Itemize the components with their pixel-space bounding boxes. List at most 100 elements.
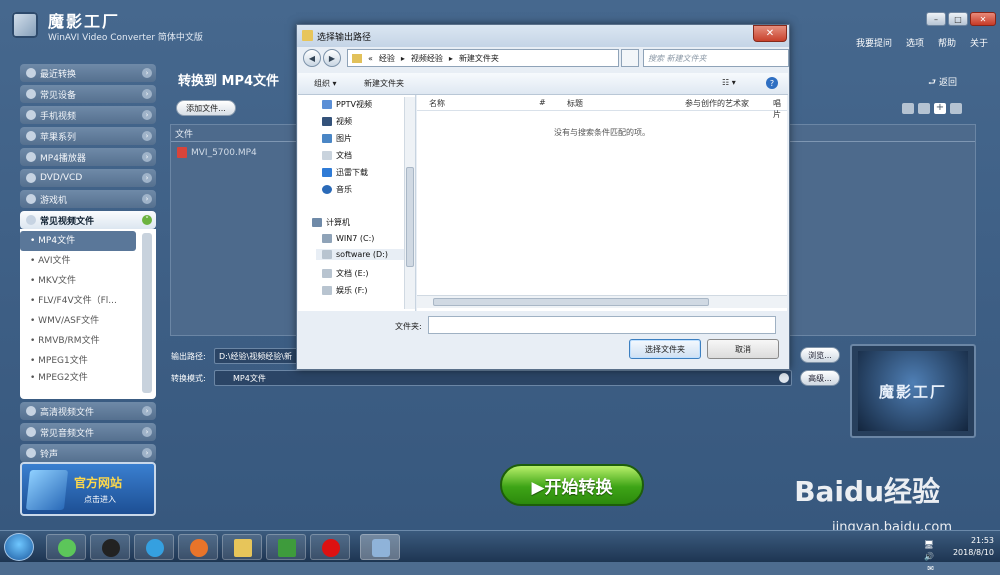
settings-icon[interactable] — [950, 103, 962, 114]
chevron-right-icon: › — [142, 152, 152, 162]
official-site-banner[interactable]: 官方网站 点击进入 — [20, 462, 156, 516]
preview-logo: 魔影工厂 — [858, 351, 968, 431]
advanced-button[interactable]: 高级... — [800, 370, 840, 386]
back-link[interactable]: ⮐ 返回 — [928, 75, 957, 91]
browse-button[interactable]: 浏览... — [800, 347, 840, 363]
start-convert-button[interactable]: ▶开始转换 — [500, 464, 644, 506]
crumb-new-folder[interactable]: 新建文件夹 — [459, 53, 499, 64]
top-menu: 我要提问 选项 帮助 关于 — [856, 36, 988, 49]
drive-icon — [322, 250, 332, 259]
horizontal-scrollbar[interactable] — [417, 295, 787, 308]
forward-arrow-icon[interactable]: ▶ — [323, 49, 341, 67]
watermark-brand: Baidu经验 — [794, 475, 940, 508]
nav-music[interactable]: 音乐 — [322, 184, 352, 195]
category-audio[interactable]: 常见音频文件 › — [20, 423, 156, 441]
close-button[interactable]: ✕ — [970, 12, 996, 26]
tray-icons[interactable]: 🖥 🔊 ✉ — [924, 539, 934, 575]
clock-time[interactable]: 21:53 — [953, 535, 994, 547]
drive-icon — [322, 269, 332, 278]
format-item-rmvb[interactable]: • RMVB/RM文件 — [20, 331, 136, 351]
format-item-mkv[interactable]: • MKV文件 — [20, 271, 136, 291]
chevron-down-icon: ˅ — [142, 215, 152, 225]
category-hd-video[interactable]: 高清视频文件 › — [20, 402, 156, 420]
select-folder-button[interactable]: 选择文件夹 — [629, 339, 701, 359]
format-item-avi[interactable]: • AVI文件 — [20, 251, 136, 271]
menu-options[interactable]: 选项 — [906, 36, 924, 49]
maximize-button[interactable]: □ — [948, 12, 968, 26]
clear-icon[interactable] — [918, 103, 930, 114]
nav-downloads[interactable]: 迅雷下载 — [322, 167, 368, 178]
taskbar-app-record[interactable] — [310, 534, 350, 560]
taskbar-app-converter[interactable] — [360, 534, 400, 560]
taskbar-app-player[interactable] — [266, 534, 306, 560]
category-devices[interactable]: 常见设备 › — [20, 85, 156, 103]
taskbar-app-firefox[interactable] — [178, 534, 218, 560]
folder-icon — [352, 53, 362, 63]
minimize-button[interactable]: – — [926, 12, 946, 26]
cancel-button[interactable]: 取消 — [707, 339, 779, 359]
nav-videos[interactable]: 视频 — [322, 116, 352, 127]
file-item[interactable]: MVI_5700.MP4 — [177, 147, 257, 158]
plus-icon[interactable]: + — [934, 103, 946, 114]
taskbar-app-qq[interactable] — [90, 534, 130, 560]
help-icon[interactable]: ? — [766, 77, 778, 89]
format-item-mpeg1[interactable]: • MPEG1文件 — [20, 351, 136, 371]
category-dvd[interactable]: DVD/VCD › — [20, 169, 156, 187]
organize-menu[interactable]: 组织 ▾ — [314, 78, 337, 89]
taskbar-app-media[interactable] — [134, 534, 174, 560]
dialog-close-button[interactable]: ✕ — [753, 25, 787, 42]
back-arrow-icon[interactable]: ◀ — [303, 49, 321, 67]
col-artist[interactable]: 参与创作的艺术家 — [685, 98, 749, 109]
refresh-icon[interactable] — [621, 49, 639, 67]
nav-documents[interactable]: 文档 — [322, 150, 352, 161]
format-list-scrollbar[interactable] — [142, 233, 152, 393]
nav-pictures[interactable]: 图片 — [322, 133, 352, 144]
crumb-video[interactable]: 视频经验 — [411, 53, 443, 64]
output-path-field[interactable]: D:\经验\视频经验\新 — [214, 348, 298, 364]
new-folder-button[interactable]: 新建文件夹 — [364, 78, 404, 89]
category-phone[interactable]: 手机视频 › — [20, 106, 156, 124]
view-menu[interactable]: ☷ ▾ — [722, 78, 736, 87]
format-item-flv[interactable]: • FLV/F4V文件（Fl... — [20, 291, 136, 311]
category-ringtone[interactable]: 铃声 › — [20, 444, 156, 462]
nav-drive-d[interactable]: software (D:) — [316, 249, 404, 260]
clock-date[interactable]: 2018/8/10 — [953, 547, 994, 559]
menu-help[interactable]: 帮助 — [938, 36, 956, 49]
col-number[interactable]: # — [539, 98, 546, 107]
format-item-mpeg2[interactable]: • MPEG2文件 — [20, 371, 136, 381]
taskbar-app-refresh[interactable] — [46, 534, 86, 560]
remove-icon[interactable] — [902, 103, 914, 114]
crumb-jingyan[interactable]: 经验 — [379, 53, 395, 64]
nav-computer[interactable]: 计算机 — [312, 217, 350, 228]
page-title: 转换到 MP4文件 — [178, 74, 280, 89]
taskbar-app-explorer[interactable] — [222, 534, 262, 560]
col-title[interactable]: 标题 — [567, 98, 583, 109]
nav-drive-e[interactable]: 文档 (E:) — [322, 268, 369, 279]
format-item-wmv[interactable]: • WMV/ASF文件 — [20, 311, 136, 331]
category-recent[interactable]: 最近转换 › — [20, 64, 156, 82]
folder-input[interactable] — [428, 316, 776, 334]
mode-select[interactable]: MP4文件 — [214, 370, 792, 386]
h-scroll-thumb[interactable] — [433, 298, 709, 306]
col-name[interactable]: 名称 — [429, 98, 445, 109]
menu-ask[interactable]: 我要提问 — [856, 36, 892, 49]
nav-scroll-thumb[interactable] — [406, 167, 414, 267]
search-input[interactable]: 搜索 新建文件夹 — [643, 49, 789, 67]
banner-subtitle: 点击进入 — [84, 495, 116, 504]
address-bar[interactable]: « 经验 ▸ 视频经验 ▸ 新建文件夹 — [347, 49, 619, 67]
nav-drive-f[interactable]: 娱乐 (F:) — [322, 285, 367, 296]
hd-icon — [26, 406, 36, 416]
nav-pptv[interactable]: PPTV视频 — [322, 99, 372, 110]
category-common-video[interactable]: 常见视频文件 ˅ — [20, 211, 156, 229]
nav-scrollbar[interactable] — [404, 97, 415, 309]
start-button[interactable] — [4, 533, 34, 561]
category-game[interactable]: 游戏机 › — [20, 190, 156, 208]
format-item-mp4[interactable]: • MP4文件 — [20, 231, 136, 251]
add-file-button[interactable]: 添加文件... — [176, 100, 236, 116]
category-apple[interactable]: 苹果系列 › — [20, 127, 156, 145]
computer-icon — [312, 218, 322, 227]
menu-about[interactable]: 关于 — [970, 36, 988, 49]
col-album[interactable]: 唱片 — [773, 98, 787, 120]
nav-drive-c[interactable]: WIN7 (C:) — [322, 234, 374, 243]
category-mp4-player[interactable]: MP4播放器 › — [20, 148, 156, 166]
